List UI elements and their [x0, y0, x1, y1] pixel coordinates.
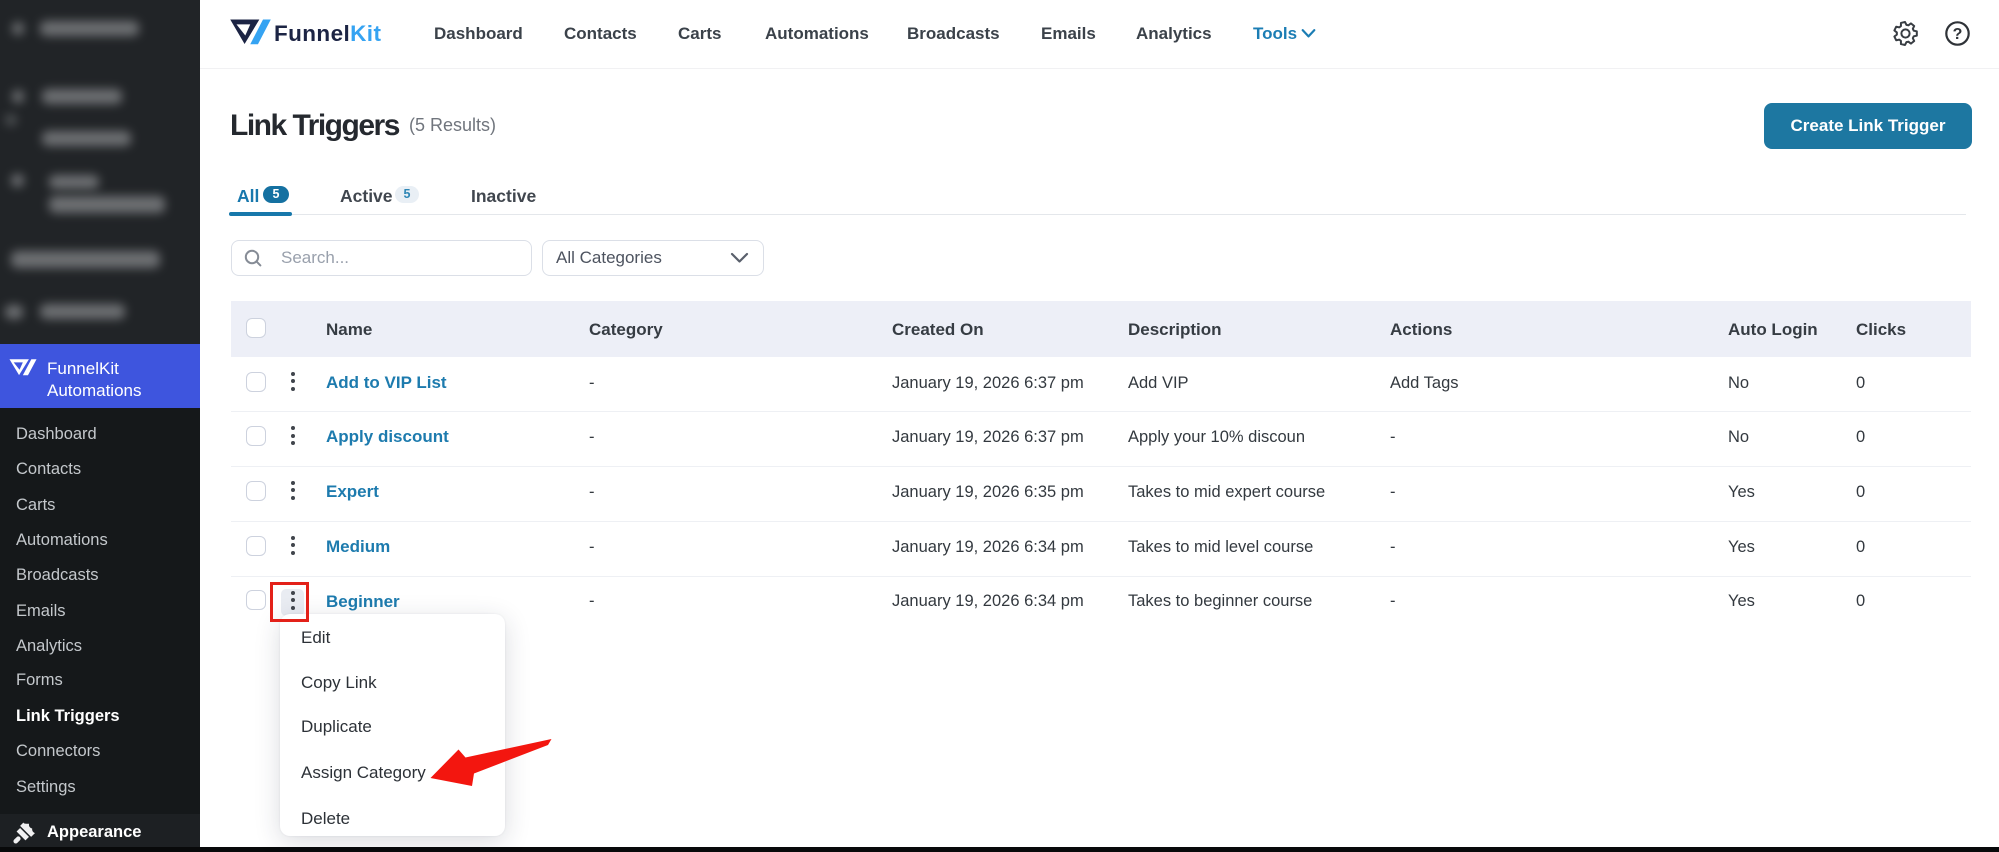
svg-text:?: ?: [1953, 26, 1963, 43]
